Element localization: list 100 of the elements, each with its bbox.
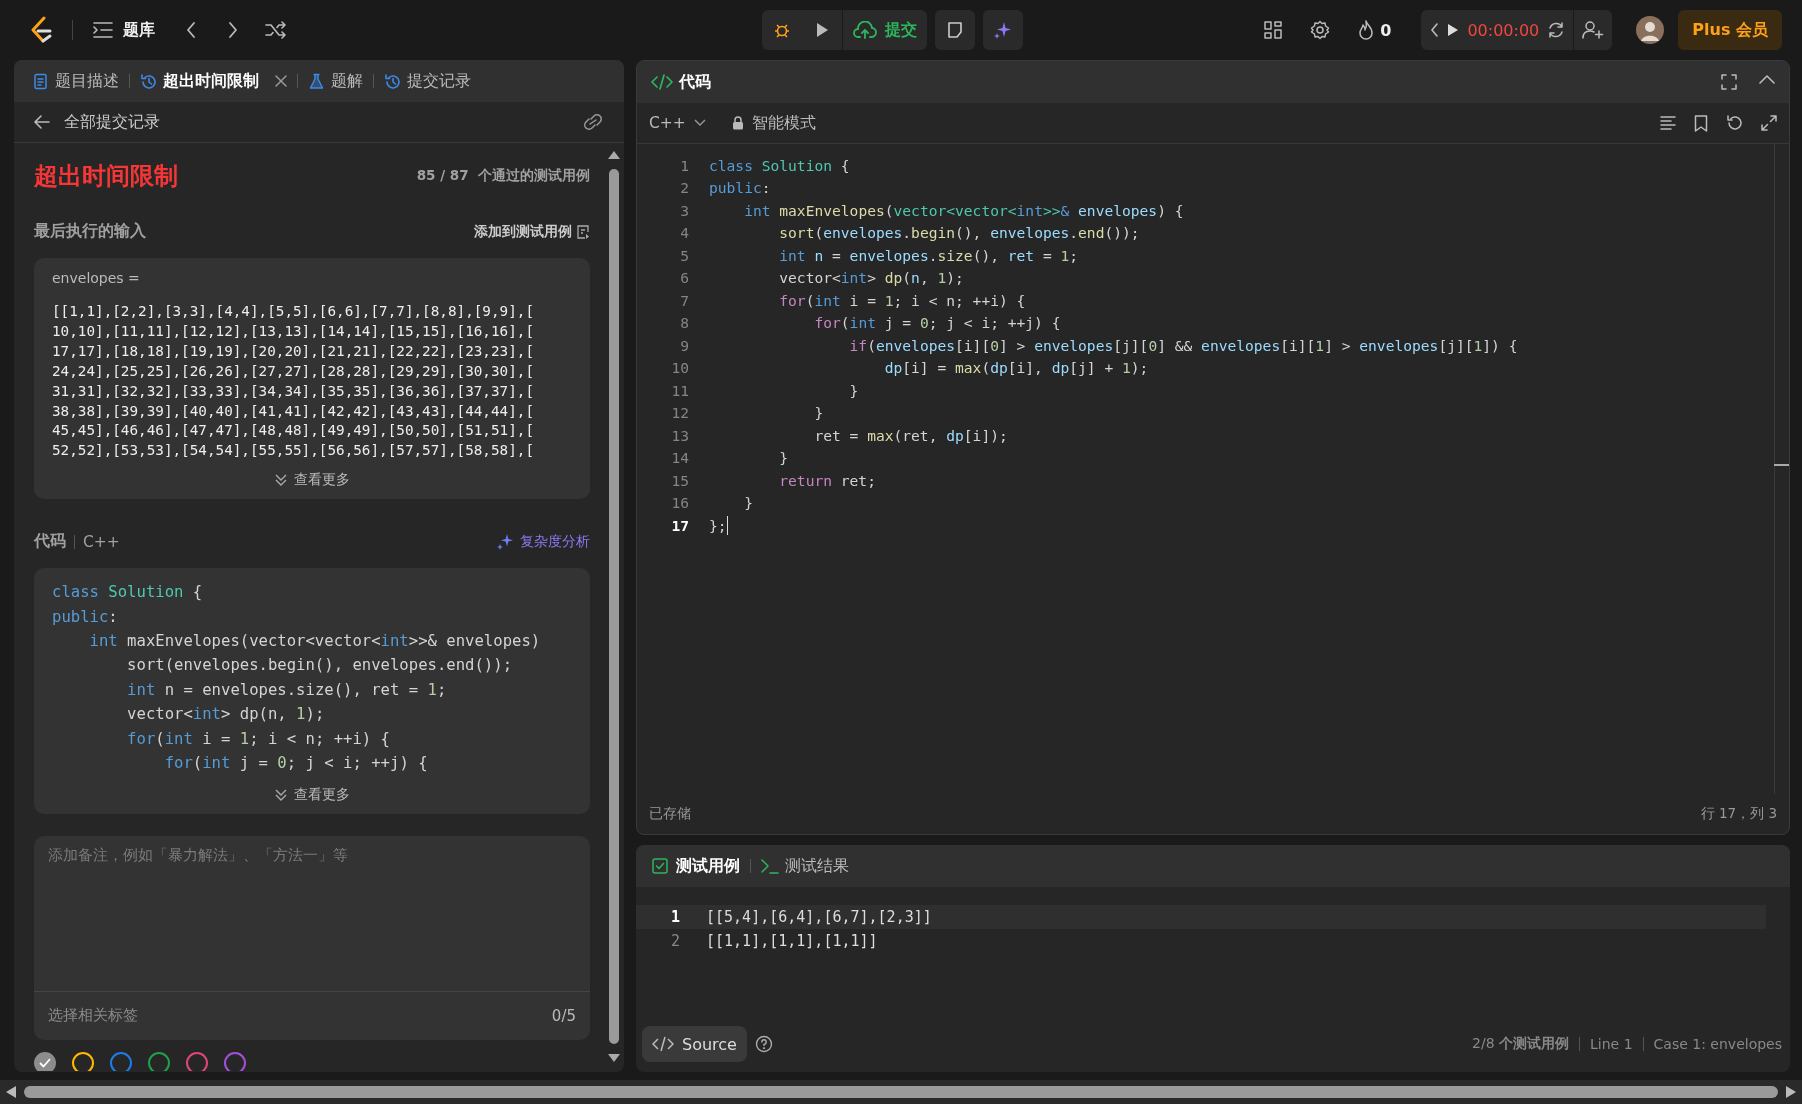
line-number: 16 [670,494,690,512]
description-icon [32,72,49,90]
add-to-tests-link[interactable]: 添加到测试用例 [474,222,590,241]
all-submissions-link[interactable]: 全部提交记录 [64,111,160,133]
tag-selector[interactable]: 选择相关标签 [48,1006,138,1025]
color-tag[interactable] [72,1051,94,1071]
tab[interactable]: 超出时间限制 [136,70,291,92]
line-number: 14 [670,449,690,467]
plus-member-button[interactable]: Plus 会员 [1678,10,1782,50]
code-line: class Solution { [709,156,850,174]
line-number: 6 [679,269,690,287]
tab[interactable]: 测试结果 [761,855,849,877]
line-number: 15 [670,471,690,489]
line-number: 9 [679,336,690,354]
chevron-up-icon [1759,74,1775,84]
avatar[interactable] [1636,16,1665,44]
scroll-left-icon[interactable] [6,1086,16,1098]
input-value-line: 17,17],[18,18],[19,19],[20,20],[21,21],[22,22],[23,23],[ [52,341,536,361]
code-line: for(int i = 1; i < n; ++i) { [778,291,1026,309]
scroll-up-icon[interactable] [608,151,620,159]
test-input-line: [[1,1],[1,1],[1,1]] [706,932,878,950]
line-number: 8 [679,314,690,332]
color-tag[interactable] [34,1051,56,1071]
color-tag[interactable] [224,1051,246,1071]
code-line: }; [709,516,727,534]
bookmark-icon [1694,114,1708,132]
shuffle-icon [265,21,287,39]
expand-icon [1761,115,1777,131]
close-icon [275,75,287,87]
line-number: 5 [679,246,690,264]
code-icon [651,73,673,91]
variable-name: envelopes = [52,270,141,286]
streak-count: 0 [1380,20,1392,40]
code-line: for(int j = 0; j < i; ++j) { [163,753,429,775]
code-line: sort(envelopes.begin(), envelopes.end()); [126,655,514,677]
source-button[interactable]: Source [642,1026,747,1062]
code-line: int n = envelopes.size(), ret = 1; [778,246,1079,264]
add-file-icon [576,223,590,240]
scroll-right-icon[interactable] [1786,1086,1796,1098]
code-line: int maxEnvelopes(vector<vector<int>>& envelopes) [88,631,542,653]
play-icon[interactable] [1447,23,1460,37]
language-select[interactable]: C++ [649,114,706,132]
line-number: 1 [679,156,690,174]
format-icon [1660,116,1676,130]
section-label: 最后执行的输入 [34,221,146,242]
history-icon [384,72,401,90]
code-icon [652,1035,674,1053]
double-chevron-icon [274,787,288,802]
case-indicator: Case 1: envelopes [1653,1036,1782,1052]
code-line: vector<int> dp(n, 1); [126,704,326,726]
input-value-line: 38,38],[39,39],[40,40],[41,41],[42,42],[43,43],[44,44],[ [52,401,536,421]
solution-icon [308,72,325,90]
tab[interactable]: 测试用例 [652,855,740,877]
code-line: public: [52,606,119,628]
code-line: if(envelopes[i][0] > envelopes[j][0] && envelopes[i][1] > envelopes[j][1]) { [848,336,1518,354]
code-line: ret = max(ret, dp[i]); [813,426,1008,444]
code-line: } [743,494,753,512]
tab[interactable]: 题解 [304,70,367,92]
note-icon [946,21,964,39]
line-number: 7 [679,291,690,309]
show-more-button[interactable]: 查看更多 [52,785,572,804]
link-icon [582,113,604,131]
code-line: return ret; [778,471,876,489]
line-number: 12 [670,404,690,422]
line-number: 1 [669,908,681,926]
text-cursor [726,515,729,535]
test-input-line: [[5,4],[6,4],[6,7],[2,3]] [706,908,932,926]
panel-title: 代码 [679,71,711,93]
submission-icon [140,72,157,90]
color-tag[interactable] [110,1051,132,1071]
input-value-line: 52,52],[53,53],[54,54],[55,55],[56,56],[57,57],[58,58],[ [52,441,536,461]
input-value-line: [[1,1],[2,2],[3,3],[4,4],[5,5],[6,6],[7,7],[8,8],[9,9],[ [52,302,536,321]
lock-icon [731,116,744,130]
code-line: class Solution { [52,582,204,604]
library-link[interactable]: 题库 [123,19,155,41]
tab[interactable]: 提交记录 [380,70,475,92]
result-icon [761,858,779,874]
complexity-analysis-link[interactable]: 复杂度分析 [496,532,590,551]
ai-button[interactable] [983,10,1023,50]
line-number: 2 [669,932,681,950]
show-more-button[interactable]: 查看更多 [52,471,572,490]
color-tag[interactable] [148,1051,170,1071]
test-case-count: 2/8 个测试用例 [1472,1035,1570,1053]
layout-icon [1264,21,1283,39]
passed-count: 85 / 87 个通过的测试用例 [416,167,590,185]
cloud-upload-icon [853,21,877,39]
code-line: int n = envelopes.size(), ret = 1; [126,679,448,701]
code-line: } [848,381,859,399]
color-tag[interactable] [186,1051,208,1071]
tab[interactable]: 题目描述 [28,70,123,92]
language-label: C++ [83,532,120,551]
line-number: 2 [679,179,690,197]
scroll-down-icon[interactable] [608,1054,620,1062]
horizontal-scrollbar[interactable] [24,1086,1778,1098]
line-number: 10 [670,359,690,377]
mode-label[interactable]: 智能模式 [751,112,816,134]
code-line: for(int j = 0; j < i; ++j) { [813,314,1061,332]
note-button[interactable] [935,10,975,50]
check-icon [39,1057,51,1068]
chevron-left-icon [1429,22,1440,38]
